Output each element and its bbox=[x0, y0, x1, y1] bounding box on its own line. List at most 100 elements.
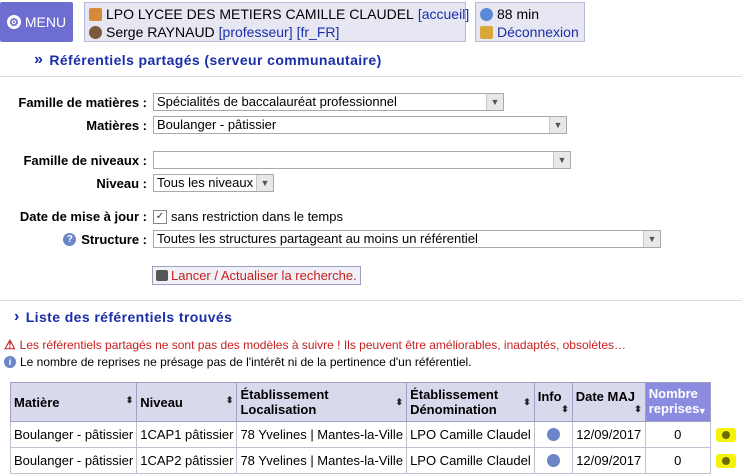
famille-niveaux-select[interactable]: ▼ bbox=[153, 151, 571, 169]
cell-reprises: 0 bbox=[644, 421, 711, 448]
warning-text: Les référentiels partagés ne sont pas de… bbox=[19, 338, 627, 352]
warning-message: ⚠ Les référentiels partagés ne sont pas … bbox=[4, 337, 626, 353]
col-matiere[interactable]: Matière ⬍ bbox=[9, 382, 138, 422]
cell-view bbox=[710, 447, 742, 474]
home-icon bbox=[89, 7, 102, 21]
date-checkbox[interactable]: ✓ bbox=[153, 209, 167, 224]
famille-niveaux-label: Famille de niveaux : bbox=[23, 153, 147, 168]
session-time: 88 min bbox=[497, 6, 540, 22]
cell-view bbox=[710, 421, 742, 448]
col-matiere-label: Matière bbox=[14, 394, 60, 410]
sort-icon: ⬍ bbox=[523, 397, 531, 407]
user-line: Serge RAYNAUD [professeur] [fr_FR] bbox=[89, 24, 339, 40]
chevron-down-icon: ▼ bbox=[643, 231, 660, 247]
info-icon[interactable] bbox=[546, 428, 560, 441]
col-niveau[interactable]: Niveau ⬍ bbox=[136, 382, 238, 422]
eye-icon[interactable] bbox=[715, 453, 736, 468]
logout-link[interactable]: Déconnexion bbox=[497, 24, 579, 40]
search-button-label: Lancer / Actualiser la recherche. bbox=[171, 268, 357, 283]
info-text: Le nombre de reprises ne présage pas de … bbox=[20, 355, 472, 369]
cell-info bbox=[533, 421, 573, 448]
niveau-select[interactable]: Tous les niveaux ▼ bbox=[153, 174, 274, 192]
structure-value: Toutes les structures partageant au moin… bbox=[157, 231, 478, 246]
col-info[interactable]: Info ⬍ bbox=[533, 382, 573, 422]
col-reprises-label-1: Nombre bbox=[648, 385, 698, 401]
col-reprises-label-2: reprises bbox=[648, 400, 700, 416]
school-name: LPO LYCEE DES METIERS CAMILLE CLAUDEL bbox=[106, 6, 414, 22]
page-title-text: Référentiels partagés (serveur communaut… bbox=[49, 52, 382, 68]
col-info-label: Info bbox=[537, 389, 562, 404]
page-title: » Référentiels partagés (serveur communa… bbox=[34, 51, 382, 69]
sort-icon: ⬍ bbox=[634, 404, 642, 414]
title-divider bbox=[0, 76, 742, 77]
cell-info bbox=[533, 447, 573, 474]
col-niveau-label: Niveau bbox=[140, 394, 183, 410]
table-row: Boulanger - pâtissier 1CAP2 pâtissier 78… bbox=[9, 447, 742, 474]
help-icon[interactable]: ? bbox=[63, 233, 77, 246]
col-denomination[interactable]: ⬍ Établissement Dénomination bbox=[406, 382, 535, 422]
structure-select[interactable]: Toutes les structures partageant au moin… bbox=[153, 230, 661, 248]
results-title-text: Liste des référentiels trouvés bbox=[25, 309, 233, 325]
session-time-line: 88 min bbox=[480, 6, 539, 22]
col-localisation-label-2: Localisation bbox=[240, 402, 317, 417]
col-date[interactable]: Date MAJ ⬍ bbox=[571, 382, 646, 422]
famille-matieres-select[interactable]: Spécialités de baccalauréat professionne… bbox=[153, 93, 504, 111]
home-link[interactable]: [accueil] bbox=[418, 6, 469, 22]
cell-denomination: LPO Camille Claudel bbox=[406, 447, 535, 474]
table-header-row: Matière ⬍ Niveau ⬍ ⬍ Établissement Localisat… bbox=[9, 382, 742, 422]
sort-icon: ⬍ bbox=[395, 397, 404, 407]
user-icon bbox=[89, 25, 102, 39]
menu-label: MENU bbox=[24, 14, 67, 30]
chevron-down-icon: ▼ bbox=[553, 152, 570, 168]
school-info-box: LPO LYCEE DES METIERS CAMILLE CLAUDEL [a… bbox=[84, 2, 469, 42]
cell-niveau: 1CAP1 pâtissier bbox=[136, 421, 238, 448]
results-divider bbox=[0, 300, 742, 301]
structure-label-group: ? Structure : bbox=[60, 232, 147, 247]
clock-icon bbox=[480, 7, 493, 21]
cell-niveau: 1CAP2 pâtissier bbox=[136, 447, 238, 474]
cell-date: 12/09/2017 bbox=[571, 447, 646, 474]
niveau-label: Niveau : bbox=[96, 176, 147, 191]
school-line: LPO LYCEE DES METIERS CAMILLE CLAUDEL [a… bbox=[89, 6, 469, 22]
cell-matiere: Boulanger - pâtissier bbox=[9, 421, 138, 448]
user-locale[interactable]: [fr_FR] bbox=[297, 24, 340, 40]
date-label: Date de mise à jour : bbox=[19, 209, 147, 224]
search-button[interactable]: Lancer / Actualiser la recherche. bbox=[152, 266, 361, 285]
user-name: Serge RAYNAUD bbox=[106, 24, 215, 40]
info-message: i Le nombre de reprises ne présage pas d… bbox=[4, 355, 472, 369]
col-localisation[interactable]: ⬍ Établissement Localisation bbox=[236, 382, 408, 422]
chevron-down-icon: ▼ bbox=[486, 94, 503, 110]
warning-icon: ⚠ bbox=[4, 337, 16, 352]
niveau-value: Tous les niveaux bbox=[157, 175, 254, 190]
cell-date: 12/09/2017 bbox=[571, 421, 646, 448]
user-role: [professeur] bbox=[218, 24, 293, 40]
menu-button[interactable]: ⚙ MENU bbox=[0, 2, 73, 42]
double-chevron-icon: » bbox=[34, 51, 44, 68]
session-box: 88 min Déconnexion bbox=[475, 2, 585, 42]
matieres-select[interactable]: Boulanger - pâtissier ▼ bbox=[153, 116, 567, 134]
sort-icon: ⬍ bbox=[225, 394, 234, 405]
sort-icon: ⬍ bbox=[125, 394, 134, 405]
lock-icon bbox=[480, 25, 493, 39]
cell-denomination: LPO Camille Claudel bbox=[406, 421, 535, 448]
results-title: › Liste des référentiels trouvés bbox=[14, 309, 233, 326]
matieres-label: Matières : bbox=[86, 118, 147, 133]
matieres-value: Boulanger - pâtissier bbox=[157, 117, 277, 132]
info-icon[interactable] bbox=[546, 454, 560, 467]
chevron-down-icon: ▼ bbox=[549, 117, 566, 133]
col-localisation-label-1: Établissement bbox=[240, 387, 329, 402]
col-view bbox=[710, 382, 742, 422]
table-row: Boulanger - pâtissier 1CAP1 pâtissier 78… bbox=[9, 421, 742, 448]
col-reprises[interactable]: ▼ Nombre reprises bbox=[644, 382, 711, 422]
structure-label: Structure : bbox=[81, 232, 147, 247]
info-icon: i bbox=[4, 356, 16, 368]
results-table: Matière ⬍ Niveau ⬍ ⬍ Établissement Localisat… bbox=[9, 382, 742, 474]
col-denomination-label-2: Dénomination bbox=[410, 402, 497, 417]
chevron-down-icon: ▼ bbox=[256, 175, 273, 191]
famille-matieres-label: Famille de matières : bbox=[18, 95, 147, 110]
logout-line[interactable]: Déconnexion bbox=[480, 24, 579, 40]
cell-matiere: Boulanger - pâtissier bbox=[9, 447, 138, 474]
date-checkbox-label: sans restriction dans le temps bbox=[171, 209, 343, 224]
gear-icon: ⚙ bbox=[6, 15, 21, 29]
eye-icon[interactable] bbox=[715, 427, 736, 442]
